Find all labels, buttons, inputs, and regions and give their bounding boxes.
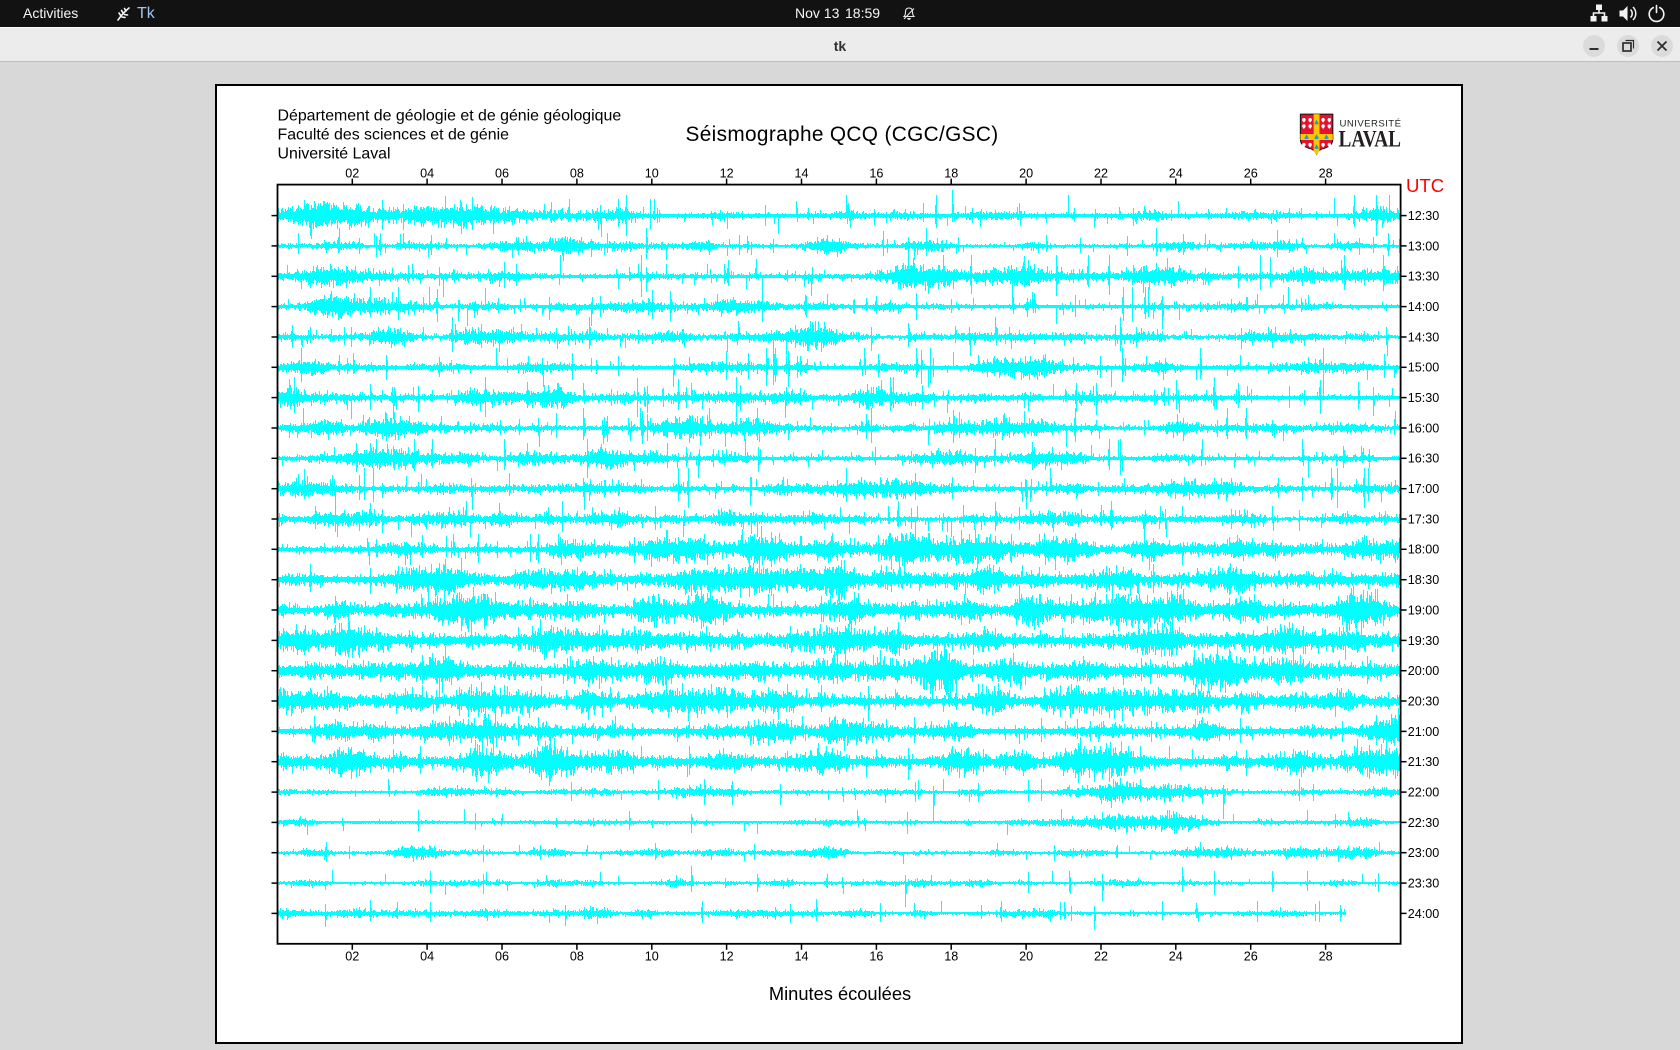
svg-text:04: 04 — [420, 167, 434, 181]
svg-text:20: 20 — [1019, 950, 1033, 964]
svg-text:23:30: 23:30 — [1408, 877, 1440, 891]
svg-text:22:30: 22:30 — [1408, 816, 1440, 830]
svg-text:24:00: 24:00 — [1408, 907, 1440, 921]
svg-text:14: 14 — [794, 950, 808, 964]
svg-text:18: 18 — [944, 950, 958, 964]
svg-text:14: 14 — [794, 167, 808, 181]
svg-text:15:00: 15:00 — [1408, 361, 1440, 375]
svg-text:14:00: 14:00 — [1408, 300, 1440, 314]
svg-text:19:00: 19:00 — [1408, 603, 1440, 617]
svg-text:15:30: 15:30 — [1408, 391, 1440, 405]
svg-text:12:30: 12:30 — [1408, 209, 1440, 223]
svg-text:22: 22 — [1094, 167, 1108, 181]
svg-text:17:00: 17:00 — [1408, 482, 1440, 496]
svg-text:LAVAL: LAVAL — [1339, 126, 1402, 151]
svg-text:24: 24 — [1169, 950, 1183, 964]
svg-text:21:30: 21:30 — [1408, 755, 1440, 769]
svg-text:26: 26 — [1244, 950, 1258, 964]
svg-text:28: 28 — [1319, 167, 1333, 181]
svg-text:20:00: 20:00 — [1408, 664, 1440, 678]
svg-text:16: 16 — [869, 950, 883, 964]
svg-text:Minutes écoulées: Minutes écoulées — [769, 983, 911, 1004]
svg-text:17:30: 17:30 — [1408, 512, 1440, 526]
svg-text:10: 10 — [645, 950, 659, 964]
svg-text:Séismographe QCQ (CGC/GSC): Séismographe QCQ (CGC/GSC) — [685, 123, 998, 146]
svg-text:02: 02 — [345, 950, 359, 964]
svg-text:21:00: 21:00 — [1408, 725, 1440, 739]
svg-text:UTC: UTC — [1406, 175, 1444, 196]
svg-text:16:30: 16:30 — [1408, 452, 1440, 466]
svg-text:08: 08 — [570, 167, 584, 181]
svg-text:13:30: 13:30 — [1408, 270, 1440, 284]
svg-text:13:00: 13:00 — [1408, 239, 1440, 253]
svg-text:23:00: 23:00 — [1408, 846, 1440, 860]
svg-text:12: 12 — [720, 950, 734, 964]
svg-text:02: 02 — [345, 167, 359, 181]
svg-text:20: 20 — [1019, 167, 1033, 181]
svg-text:06: 06 — [495, 167, 509, 181]
svg-text:14:30: 14:30 — [1408, 330, 1440, 344]
svg-text:26: 26 — [1244, 167, 1258, 181]
svg-text:20:30: 20:30 — [1408, 694, 1440, 708]
svg-text:18: 18 — [944, 167, 958, 181]
svg-text:16:00: 16:00 — [1408, 421, 1440, 435]
svg-text:08: 08 — [570, 950, 584, 964]
svg-text:22:00: 22:00 — [1408, 786, 1440, 800]
svg-text:16: 16 — [869, 167, 883, 181]
svg-text:18:30: 18:30 — [1408, 573, 1440, 587]
svg-text:Faculté des sciences et de gén: Faculté des sciences et de génie — [278, 126, 510, 143]
svg-text:12: 12 — [720, 167, 734, 181]
svg-text:19:30: 19:30 — [1408, 634, 1440, 648]
svg-text:Département de géologie et de: Département de géologie et de génie géol… — [278, 107, 622, 124]
svg-text:10: 10 — [645, 167, 659, 181]
svg-text:Université Laval: Université Laval — [278, 145, 391, 162]
svg-text:04: 04 — [420, 950, 434, 964]
svg-text:24: 24 — [1169, 167, 1183, 181]
svg-text:22: 22 — [1094, 950, 1108, 964]
svg-text:06: 06 — [495, 950, 509, 964]
svg-text:18:00: 18:00 — [1408, 543, 1440, 557]
svg-text:28: 28 — [1319, 950, 1333, 964]
